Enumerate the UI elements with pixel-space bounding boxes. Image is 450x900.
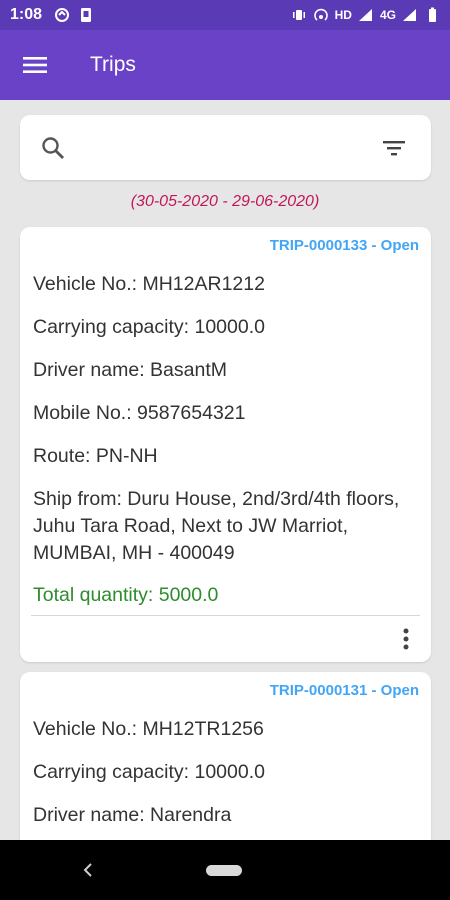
network-label: HD bbox=[334, 8, 352, 22]
sim-card-icon bbox=[81, 8, 92, 22]
status-time: 1:08 bbox=[10, 6, 43, 23]
data-saver-icon bbox=[55, 8, 70, 22]
route: Route: PN-NH bbox=[33, 445, 158, 467]
signal-label: 4G bbox=[379, 8, 396, 22]
wifi-signal-icon bbox=[358, 9, 372, 21]
carrying-capacity: Carrying capacity: 10000.0 bbox=[33, 761, 265, 783]
hamburger-menu-icon bbox=[23, 57, 47, 73]
cell-signal-icon bbox=[403, 9, 416, 21]
more-options-button[interactable] bbox=[393, 624, 419, 654]
filter-icon bbox=[383, 140, 405, 155]
vibrate-icon bbox=[292, 10, 305, 20]
card-divider bbox=[31, 615, 420, 616]
date-range-label: (30-05-2020 - 29-06-2020) bbox=[130, 193, 320, 210]
search-bar bbox=[20, 115, 431, 180]
system-navigation-bar bbox=[0, 840, 450, 900]
total-quantity: Total quantity: 5000.0 bbox=[33, 584, 219, 606]
vehicle-number: Vehicle No.: MH12AR1212 bbox=[33, 273, 265, 295]
app-bar: Trips bbox=[0, 30, 450, 100]
vehicle-number: Vehicle No.: MH12TR1256 bbox=[33, 718, 264, 740]
back-icon[interactable] bbox=[78, 858, 98, 882]
filter-button[interactable] bbox=[377, 131, 411, 165]
menu-button[interactable] bbox=[0, 30, 70, 100]
trip-card[interactable]: TRIP-0000131 - Open Vehicle No.: MH12TR1… bbox=[20, 672, 431, 840]
search-icon[interactable] bbox=[40, 135, 66, 161]
home-pill-button[interactable] bbox=[206, 865, 242, 876]
trip-card[interactable]: TRIP-0000133 - Open Vehicle No.: MH12AR1… bbox=[20, 227, 431, 662]
ship-from-address: Ship from: Duru House, 2nd/3rd/4th floor… bbox=[33, 488, 400, 564]
trip-id-status: TRIP-0000131 - Open bbox=[269, 682, 419, 699]
more-vert-icon bbox=[403, 628, 409, 650]
battery-icon bbox=[429, 7, 436, 22]
search-input[interactable] bbox=[80, 137, 377, 158]
status-bar: 1:08 HD 4G bbox=[0, 0, 450, 30]
trips-list-screen[interactable]: (30-05-2020 - 29-06-2020) TRIP-0000133 -… bbox=[0, 100, 450, 840]
hotspot-icon bbox=[313, 8, 328, 21]
page-title: Trips bbox=[90, 53, 136, 76]
driver-name: Driver name: BasantM bbox=[33, 359, 227, 381]
trip-id-status: TRIP-0000133 - Open bbox=[269, 237, 419, 254]
driver-name: Driver name: Narendra bbox=[33, 804, 232, 826]
carrying-capacity: Carrying capacity: 10000.0 bbox=[33, 316, 265, 338]
mobile-number: Mobile No.: 9587654321 bbox=[33, 402, 246, 424]
